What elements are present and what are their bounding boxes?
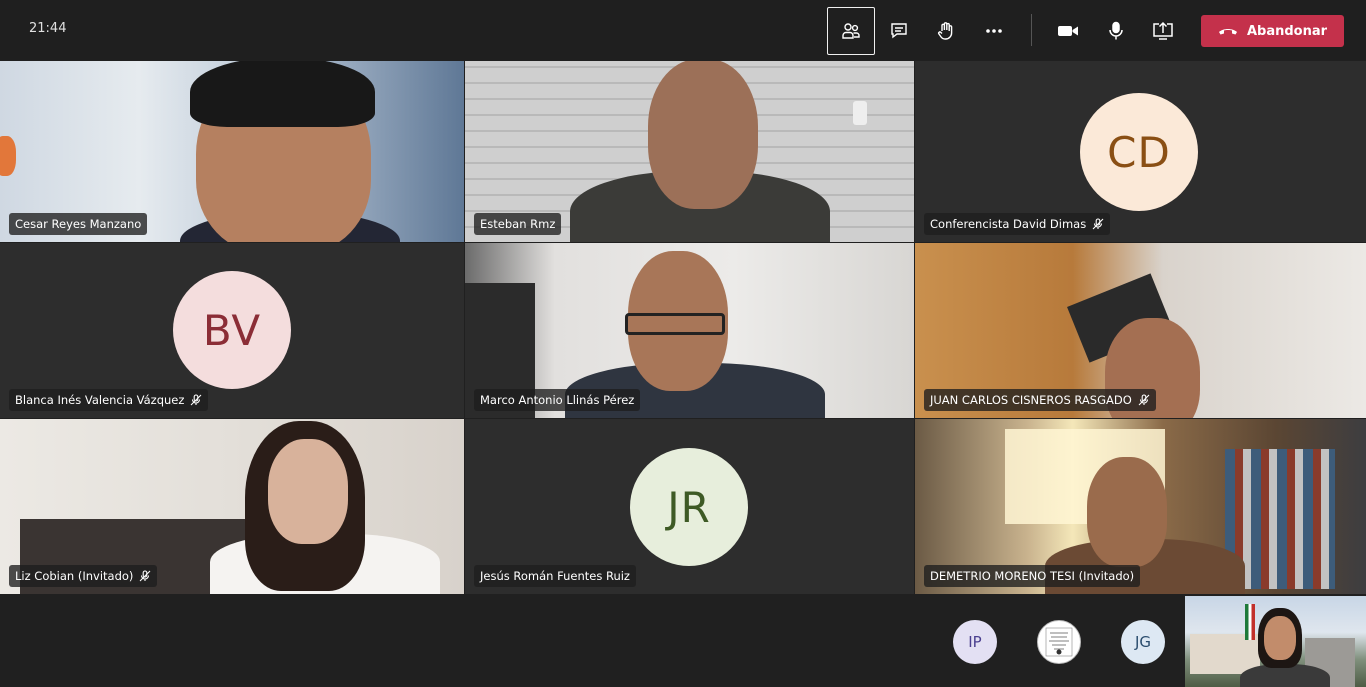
person-face <box>1087 457 1167 567</box>
person-face <box>648 61 758 209</box>
participant-name: Conferencista David Dimas <box>930 217 1087 231</box>
participant-tile[interactable]: JUAN CARLOS CISNEROS RASGADO <box>915 243 1366 418</box>
raise-hand-icon <box>936 21 956 41</box>
participant-name-label: Blanca Inés Valencia Vázquez <box>9 389 209 411</box>
chat-button[interactable] <box>875 7 923 55</box>
mic-muted-icon <box>1092 218 1104 230</box>
camera-button[interactable] <box>1044 7 1092 55</box>
certificate-thumbnail-icon <box>1045 627 1073 657</box>
microphone-button[interactable] <box>1092 7 1140 55</box>
mic-muted-icon <box>1138 394 1150 406</box>
person-face <box>268 439 348 544</box>
participants-button[interactable] <box>827 7 875 55</box>
participant-name: Jesús Román Fuentes Ruiz <box>480 569 630 583</box>
self-view-video[interactable] <box>1185 596 1366 687</box>
participant-tile[interactable]: Cesar Reyes Manzano <box>0 61 464 242</box>
hangup-icon <box>1218 26 1238 36</box>
participant-name: JUAN CARLOS CISNEROS RASGADO <box>930 393 1132 407</box>
mic-muted-icon <box>139 570 151 582</box>
participant-tile[interactable]: Esteban Rmz <box>465 61 914 242</box>
meeting-toolbar: 21:44 Abandonar <box>0 0 1366 60</box>
participant-name-label: Jesús Román Fuentes Ruiz <box>474 565 636 587</box>
background-object <box>0 136 16 176</box>
person-face <box>1264 616 1296 660</box>
overflow-avatar[interactable]: JG <box>1121 620 1165 664</box>
participant-name-label: DEMETRIO MORENO TESI (Invitado) <box>924 565 1141 587</box>
meeting-clock: 21:44 <box>29 21 67 36</box>
more-options-button[interactable] <box>970 7 1018 55</box>
participant-name: Blanca Inés Valencia Vázquez <box>15 393 185 407</box>
participant-name-label: Marco Antonio Llinás Pérez <box>474 389 641 411</box>
participant-name: Liz Cobian (Invitado) <box>15 569 134 583</box>
participant-name-label: Conferencista David Dimas <box>924 213 1111 235</box>
video-grid: Cesar Reyes Manzano Esteban Rmz CD Confe… <box>0 61 1366 594</box>
participant-name: DEMETRIO MORENO TESI (Invitado) <box>930 569 1135 583</box>
participant-name-label: Esteban Rmz <box>474 213 562 235</box>
leave-label: Abandonar <box>1246 23 1328 39</box>
participants-icon <box>841 21 861 41</box>
participant-name: Cesar Reyes Manzano <box>15 217 142 231</box>
person-hair <box>190 61 375 127</box>
leave-button[interactable]: Abandonar <box>1201 15 1344 47</box>
microphone-icon <box>1106 21 1126 41</box>
participant-name: Marco Antonio Llinás Pérez <box>480 393 635 407</box>
overflow-avatar[interactable]: IP <box>953 620 997 664</box>
more-options-icon <box>984 21 1004 41</box>
participant-name-label: JUAN CARLOS CISNEROS RASGADO <box>924 389 1156 411</box>
participant-tile[interactable]: JR Jesús Román Fuentes Ruiz <box>465 419 914 594</box>
camera-icon <box>1057 21 1079 41</box>
avatar: BV <box>173 271 291 389</box>
participant-tile[interactable]: Marco Antonio Llinás Pérez <box>465 243 914 418</box>
overflow-avatar-picture[interactable] <box>1037 620 1081 664</box>
participant-tile[interactable]: BV Blanca Inés Valencia Vázquez <box>0 243 464 418</box>
chat-icon <box>889 21 909 41</box>
flag <box>1245 604 1255 640</box>
participant-tile[interactable]: CD Conferencista David Dimas <box>915 61 1366 242</box>
participant-tile[interactable]: Liz Cobian (Invitado) <box>0 419 464 594</box>
avatar: CD <box>1080 93 1198 211</box>
participant-tile[interactable]: DEMETRIO MORENO TESI (Invitado) <box>915 419 1366 594</box>
eyeglasses <box>625 313 725 335</box>
participant-name-label: Liz Cobian (Invitado) <box>9 565 158 587</box>
mic-muted-icon <box>190 394 202 406</box>
wall-lamp <box>853 101 867 125</box>
participant-name-label: Cesar Reyes Manzano <box>9 213 148 235</box>
raise-hand-button[interactable] <box>922 7 970 55</box>
participant-name: Esteban Rmz <box>480 217 556 231</box>
share-screen-icon <box>1152 21 1174 41</box>
avatar: JR <box>630 448 748 566</box>
share-screen-button[interactable] <box>1139 7 1187 55</box>
toolbar-divider <box>1031 14 1032 46</box>
